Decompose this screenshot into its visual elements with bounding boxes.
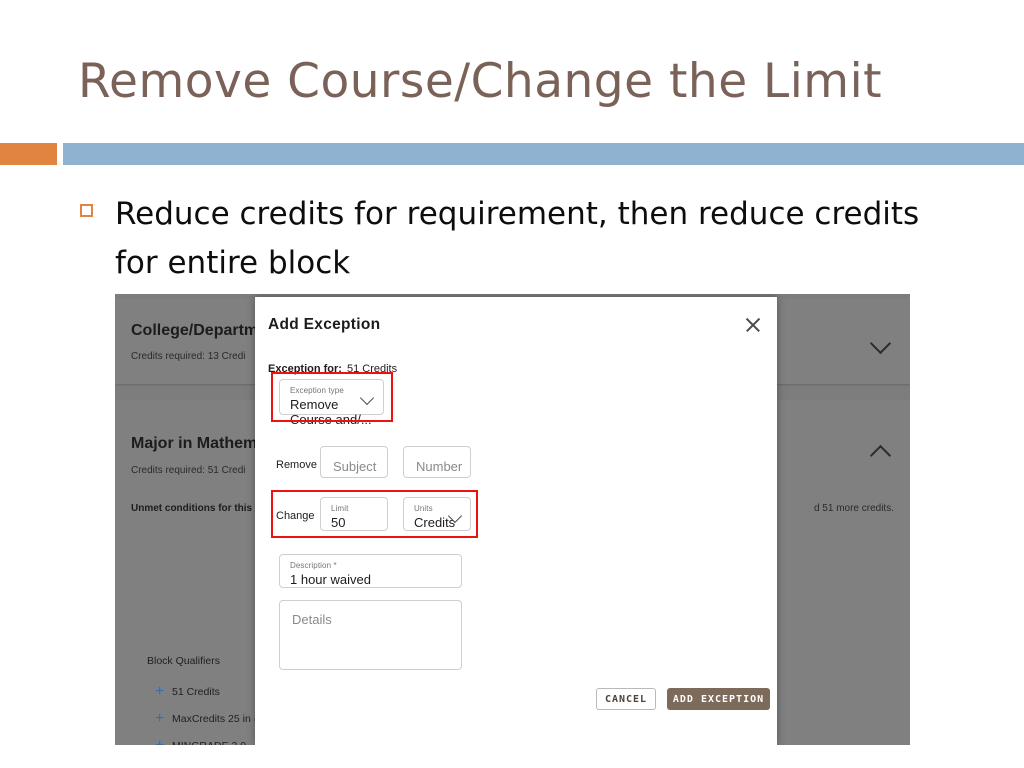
number-placeholder: Number	[416, 459, 463, 474]
units-label: Units	[414, 504, 433, 513]
subject-input[interactable]: Subject	[320, 446, 388, 478]
card1-title: College/Departme	[131, 322, 268, 339]
list-item-label: 51 Credits	[172, 685, 220, 698]
description-label: Description *	[290, 561, 337, 570]
chevron-down-icon[interactable]	[869, 332, 892, 355]
card2-subtitle: Credits required: 51 Credi	[131, 465, 246, 476]
unmet-conditions-heading: Unmet conditions for this s	[131, 503, 261, 514]
plus-icon[interactable]: +	[155, 737, 172, 745]
close-icon[interactable]	[743, 315, 763, 335]
bullet-text: Reduce credits for requirement, then red…	[115, 196, 920, 281]
plus-icon[interactable]: +	[155, 683, 172, 700]
limit-value: 50	[331, 515, 346, 530]
units-select[interactable]: Units Credits	[403, 497, 471, 531]
add-exception-button[interactable]: ADD EXCEPTION	[667, 688, 770, 710]
add-exception-dialog: Add Exception Exception for: 51 Credits E…	[255, 297, 777, 745]
number-input[interactable]: Number	[403, 446, 471, 478]
plus-icon[interactable]: +	[155, 710, 172, 727]
description-value: 1 hour waived	[290, 572, 371, 587]
exception-type-label: Exception type	[290, 386, 344, 395]
details-textarea[interactable]: Details	[279, 600, 462, 670]
exception-for-label: Exception for:	[268, 363, 342, 375]
accent-bar-blue	[63, 143, 1024, 165]
card2-title: Major in Mathem	[131, 435, 258, 452]
list-item-label: MINGRADE 2.0	[172, 740, 246, 746]
chevron-up-icon[interactable]	[869, 444, 892, 467]
embedded-screenshot: College/Departme Credits required: 13 Cr…	[115, 294, 910, 745]
card1-subtitle: Credits required: 13 Credi	[131, 351, 246, 362]
list-item-label: MaxCredits 25 in @	[172, 712, 265, 725]
accent-bar-orange	[0, 143, 57, 165]
remove-row-label: Remove	[276, 459, 317, 471]
description-input[interactable]: Description * 1 hour waived	[279, 554, 462, 588]
exception-for-value: 51 Credits	[346, 363, 398, 375]
limit-label: Limit	[331, 504, 349, 513]
bullet-item: Reduce credits for requirement, then red…	[80, 190, 970, 288]
dialog-title: Add Exception	[268, 316, 381, 333]
cancel-button[interactable]: CANCEL	[596, 688, 656, 710]
details-placeholder: Details	[292, 612, 332, 627]
unmet-conditions-tail: d 51 more credits.	[813, 503, 894, 514]
page-title: Remove Course/Change the Limit	[78, 54, 883, 109]
block-qualifiers-heading: Block Qualifiers	[147, 655, 220, 667]
limit-input[interactable]: Limit 50	[320, 497, 388, 531]
bullet-square-icon	[80, 204, 93, 217]
exception-for-row: Exception for: 51 Credits	[268, 363, 397, 375]
change-row-label: Change	[276, 510, 315, 522]
subject-placeholder: Subject	[333, 459, 377, 474]
exception-type-select[interactable]: Exception type Remove Course and/...	[279, 379, 384, 427]
